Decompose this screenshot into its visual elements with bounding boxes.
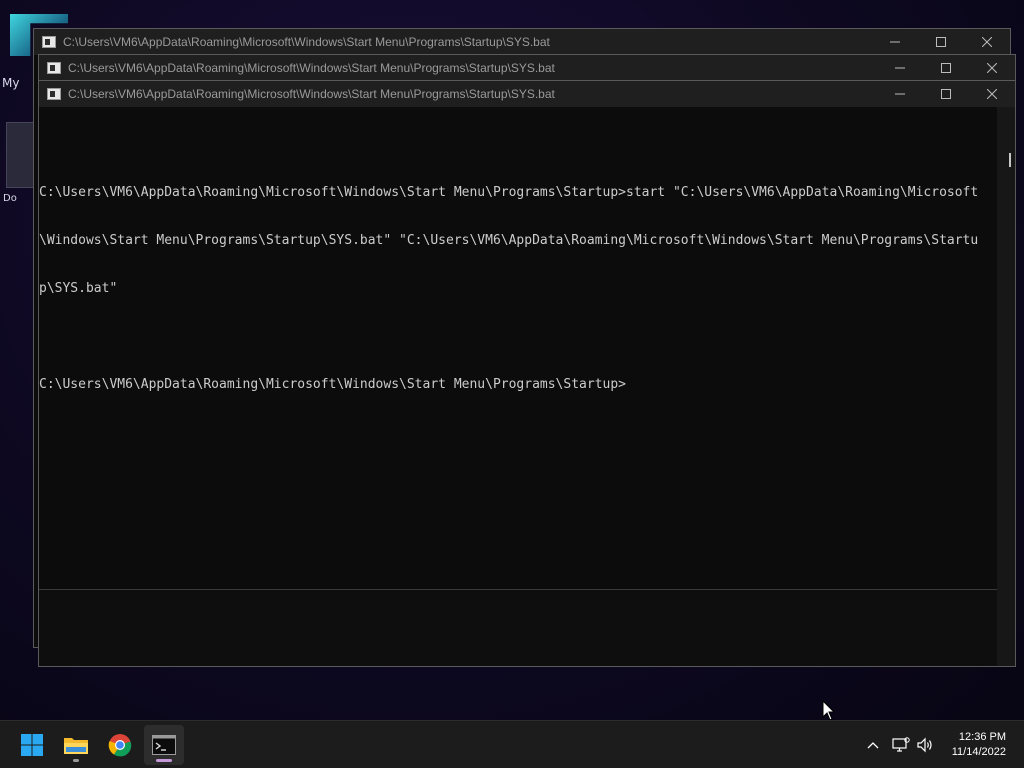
close-button[interactable] bbox=[964, 29, 1010, 55]
maximize-button[interactable] bbox=[923, 55, 969, 81]
console-output[interactable]: C:\Users\VM6\AppData\Roaming\Microsoft\W… bbox=[39, 107, 997, 666]
window-titlebar[interactable]: C:\Users\VM6\AppData\Roaming\Microsoft\W… bbox=[39, 81, 1015, 107]
command-prompt-icon bbox=[152, 735, 176, 755]
taskbar-chrome[interactable] bbox=[100, 725, 140, 765]
running-indicator bbox=[73, 759, 79, 762]
vertical-scrollbar[interactable] bbox=[997, 107, 1015, 666]
taskbar: 12:36 PM 11/14/2022 bbox=[0, 720, 1024, 768]
close-button[interactable] bbox=[969, 55, 1015, 81]
chrome-icon bbox=[108, 734, 132, 757]
desktop-icon-label-do: Do bbox=[3, 193, 17, 204]
close-button[interactable] bbox=[969, 81, 1015, 107]
windows-start-icon bbox=[21, 734, 43, 756]
taskbar-command-prompt[interactable] bbox=[144, 725, 184, 765]
window-title: C:\Users\VM6\AppData\Roaming\Microsoft\W… bbox=[68, 61, 555, 75]
console-prompt-line[interactable]: C:\Users\VM6\AppData\Roaming\Microsoft\W… bbox=[39, 377, 997, 393]
desktop-icon-label-my: My bbox=[2, 76, 20, 90]
scrollbar-thumb[interactable] bbox=[1009, 153, 1011, 167]
window-titlebar[interactable]: C:\Users\VM6\AppData\Roaming\Microsoft\W… bbox=[39, 55, 1015, 81]
window-title: C:\Users\VM6\AppData\Roaming\Microsoft\W… bbox=[68, 87, 555, 101]
minimize-button[interactable] bbox=[877, 81, 923, 107]
volume-icon[interactable] bbox=[914, 733, 936, 757]
console-line: C:\Users\VM6\AppData\Roaming\Microsoft\W… bbox=[39, 185, 979, 200]
clock-time: 12:36 PM bbox=[958, 731, 1006, 743]
console-line: \Windows\Start Menu\Programs\Startup\SYS… bbox=[39, 233, 979, 248]
taskbar-file-explorer[interactable] bbox=[56, 725, 96, 765]
file-explorer-icon bbox=[64, 738, 88, 754]
window-title: C:\Users\VM6\AppData\Roaming\Microsoft\W… bbox=[63, 35, 550, 49]
maximize-button[interactable] bbox=[918, 29, 964, 55]
maximize-button[interactable] bbox=[923, 81, 969, 107]
network-icon[interactable] bbox=[890, 733, 912, 757]
clock-date: 11/14/2022 bbox=[951, 746, 1006, 758]
system-clock[interactable]: 12:36 PM 11/14/2022 bbox=[952, 730, 1006, 760]
window-titlebar[interactable]: C:\Users\VM6\AppData\Roaming\Microsoft\W… bbox=[34, 29, 1010, 55]
console-lower-area bbox=[39, 589, 997, 666]
console-line: p\SYS.bat" bbox=[39, 281, 118, 296]
console-app-icon bbox=[47, 62, 61, 74]
console-app-icon bbox=[42, 36, 56, 48]
minimize-button[interactable] bbox=[872, 29, 918, 55]
minimize-button[interactable] bbox=[877, 55, 923, 81]
active-indicator bbox=[156, 759, 172, 762]
desktop-file-icon[interactable] bbox=[6, 122, 34, 188]
console-app-icon bbox=[47, 88, 61, 100]
console-window-front[interactable]: C:\Users\VM6\AppData\Roaming\Microsoft\W… bbox=[38, 80, 1016, 667]
start-button[interactable] bbox=[12, 725, 52, 765]
mouse-cursor-icon bbox=[822, 700, 836, 721]
chevron-up-icon[interactable] bbox=[862, 733, 884, 757]
